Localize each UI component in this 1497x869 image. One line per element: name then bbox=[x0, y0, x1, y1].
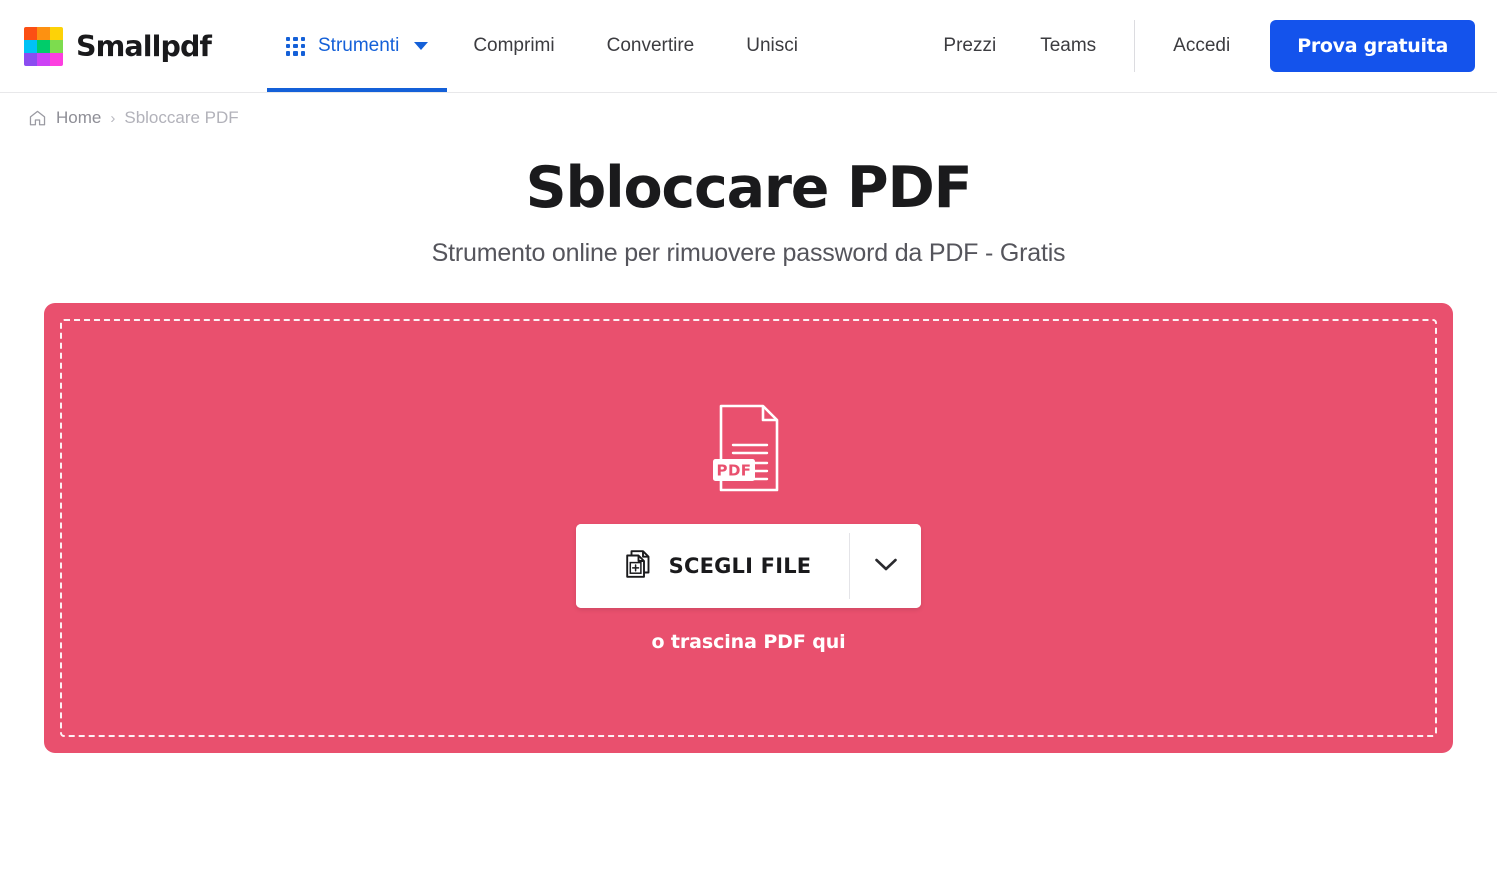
apps-grid-icon bbox=[286, 36, 305, 56]
choose-file-button[interactable]: SCEGLI FILE bbox=[575, 523, 850, 608]
nav-item-convertire[interactable]: Convertire bbox=[581, 0, 721, 92]
nav-item-unisci[interactable]: Unisci bbox=[720, 0, 824, 92]
dropzone-wrapper: PDF SCEGLI FILE o trascina PDF qui bbox=[0, 302, 1497, 753]
site-header: Smallpdf Strumenti Comprimi Convertire U… bbox=[0, 0, 1497, 93]
smallpdf-grid-logo-icon bbox=[24, 26, 63, 66]
breadcrumb: Home › Sbloccare PDF bbox=[28, 108, 1497, 128]
pdf-document-icon: PDF bbox=[712, 403, 785, 498]
choose-file-label: SCEGLI FILE bbox=[668, 553, 812, 578]
free-trial-button[interactable]: Prova gratuita bbox=[1270, 20, 1475, 72]
brand-name: Smallpdf bbox=[76, 29, 212, 63]
file-dropzone[interactable]: PDF SCEGLI FILE o trascina PDF qui bbox=[44, 302, 1453, 753]
nav-item-unisci-label: Unisci bbox=[746, 35, 798, 56]
page-title: Sbloccare PDF bbox=[525, 155, 973, 221]
nav-link-prezzi[interactable]: Prezzi bbox=[921, 35, 1018, 57]
breadcrumb-current: Sbloccare PDF bbox=[124, 108, 239, 127]
home-icon bbox=[28, 109, 47, 128]
nav-link-teams[interactable]: Teams bbox=[1018, 35, 1118, 57]
breadcrumb-home[interactable]: Home bbox=[56, 108, 101, 128]
sign-in-link[interactable]: Accedi bbox=[1151, 35, 1252, 57]
header-divider bbox=[1134, 20, 1136, 72]
choose-file-control: SCEGLI FILE bbox=[575, 523, 922, 608]
breadcrumb-separator-icon: › bbox=[110, 109, 116, 127]
hero-section: Sbloccare PDF Strumento online per rimuo… bbox=[0, 155, 1497, 268]
nav-item-comprimi[interactable]: Comprimi bbox=[447, 0, 580, 92]
main-nav: Strumenti Comprimi Convertire Unisci bbox=[267, 0, 824, 92]
nav-item-strumenti[interactable]: Strumenti bbox=[267, 0, 448, 92]
page-subtitle: Strumento online per rimuovere password … bbox=[431, 238, 1066, 267]
nav-item-strumenti-label: Strumenti bbox=[318, 35, 400, 56]
chevron-down-icon bbox=[874, 557, 898, 575]
nav-item-comprimi-label: Comprimi bbox=[473, 35, 555, 56]
drag-hint-text: o trascina PDF qui bbox=[651, 630, 846, 653]
brand-logo[interactable]: Smallpdf bbox=[24, 26, 212, 66]
header-right-actions: Prezzi Teams Accedi Prova gratuita bbox=[921, 0, 1497, 92]
choose-file-dropdown-button[interactable] bbox=[850, 523, 922, 608]
caret-down-icon bbox=[414, 42, 429, 50]
add-file-icon bbox=[624, 549, 652, 583]
nav-item-convertire-label: Convertire bbox=[606, 35, 695, 56]
svg-text:PDF: PDF bbox=[716, 461, 751, 479]
